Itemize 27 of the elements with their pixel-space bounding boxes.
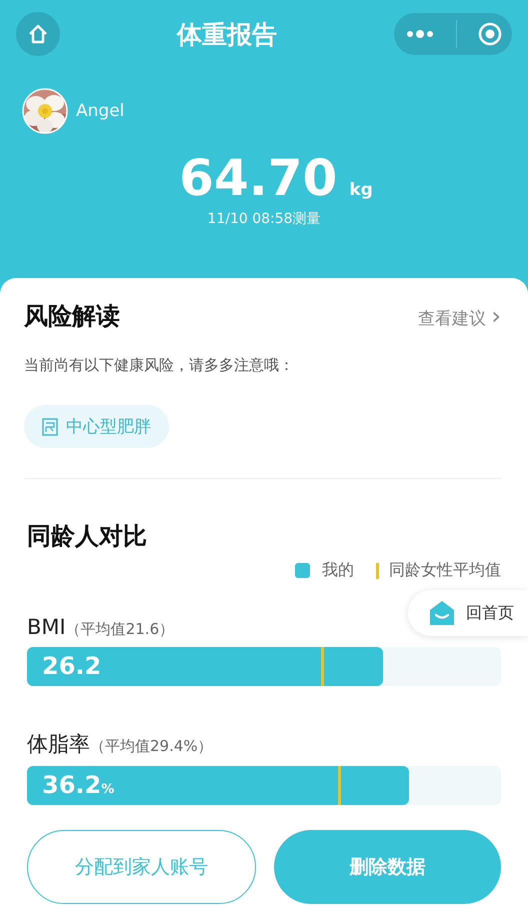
weight-value: 64.70 xyxy=(179,148,338,208)
page-title: 体重报告 xyxy=(177,18,277,50)
risk-note: 当前尚有以下健康风险，请多多注意哦： xyxy=(24,356,295,375)
home-icon xyxy=(27,23,49,45)
metric-value: 26.2 xyxy=(42,652,102,680)
legend-label: 我的 xyxy=(322,560,354,581)
more-icon[interactable] xyxy=(404,29,434,39)
metric-name: BMI xyxy=(27,615,66,639)
weight-unit: kg xyxy=(349,180,373,200)
home-button[interactable] xyxy=(16,12,60,56)
measure-time: 11/10 08:58测量 xyxy=(206,210,322,228)
section-title: 同龄人对比 xyxy=(27,521,148,552)
metric-value: 36.2% xyxy=(42,771,114,799)
legend-label: 同龄女性平均值 xyxy=(389,560,501,581)
assign-button[interactable]: 分配到家人账号 xyxy=(27,830,256,904)
tag-label: 中心型肥胖 xyxy=(66,416,151,438)
metric-average: （平均值29.4%） xyxy=(90,737,213,756)
metric-average: （平均值21.6） xyxy=(66,620,174,639)
metric-name: 体脂率 xyxy=(27,731,90,758)
delete-button[interactable]: 删除数据 xyxy=(274,830,501,904)
user-name: Angel xyxy=(76,101,124,121)
document-icon xyxy=(42,418,58,436)
house-icon xyxy=(428,600,456,626)
home-button[interactable]: 回首页 xyxy=(408,590,528,636)
close-icon[interactable] xyxy=(478,22,502,46)
advice-link[interactable]: 查看建议 › xyxy=(418,302,501,330)
section-title: 风险解读 xyxy=(24,301,120,332)
